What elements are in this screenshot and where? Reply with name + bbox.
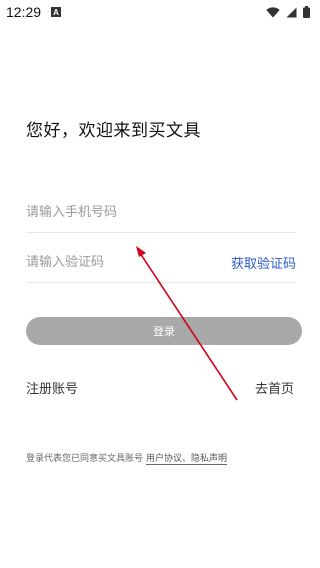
notification-a-icon: A xyxy=(51,7,62,17)
code-field-row: 获取验证码 xyxy=(26,242,296,283)
status-bar: 12:29 A xyxy=(0,0,320,24)
agreement-prefix: 登录代表您已同意买文具账号 xyxy=(26,454,144,464)
battery-icon xyxy=(303,6,310,18)
go-home-link[interactable]: 去首页 xyxy=(255,378,294,397)
annotation-arrow-overlay xyxy=(136,246,238,401)
terms-link[interactable]: 用户协议、隐私声明 xyxy=(146,454,228,465)
wifi-icon xyxy=(266,6,280,17)
status-time: 12:29 xyxy=(6,4,42,20)
get-code-button[interactable]: 获取验证码 xyxy=(231,253,296,272)
phone-field-row xyxy=(26,192,296,233)
register-link[interactable]: 注册账号 xyxy=(26,378,78,397)
signal-icon xyxy=(286,7,297,17)
verification-code-input[interactable] xyxy=(26,254,206,270)
login-button[interactable]: 登录 xyxy=(26,317,302,345)
agreement-text: 登录代表您已同意买文具账号 用户协议、隐私声明 xyxy=(26,451,228,465)
welcome-greeting: 您好，欢迎来到买文具 xyxy=(26,121,201,141)
status-left: 12:29 A xyxy=(6,4,62,20)
status-right xyxy=(266,6,310,18)
phone-input[interactable] xyxy=(26,204,206,220)
